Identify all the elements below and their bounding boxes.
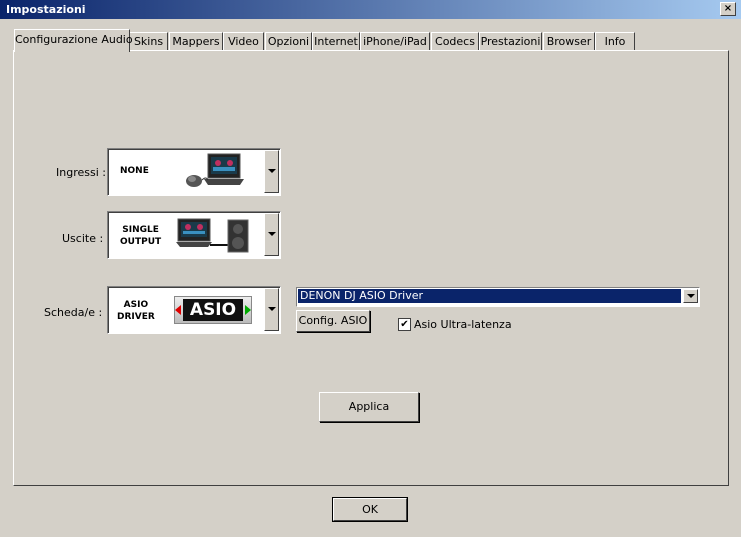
driver-select-arrow[interactable]: [683, 289, 698, 303]
tab-label: Internet: [314, 35, 358, 48]
right-arrow-icon: [245, 305, 251, 315]
inputs-value: NONE: [120, 166, 149, 176]
tab-browser[interactable]: Browser: [543, 32, 595, 51]
outputs-combo[interactable]: SINGLE OUTPUT: [107, 211, 281, 259]
soundcard-combo[interactable]: ASIO DRIVER ASIO: [107, 286, 281, 334]
title-bar: Impostazioni ×: [0, 0, 741, 19]
chevron-down-icon: [268, 169, 276, 173]
soundcard-value: ASIO DRIVER: [117, 299, 155, 323]
tab-info[interactable]: Info: [595, 32, 635, 51]
inputs-label: Ingressi :: [56, 166, 106, 179]
left-arrow-icon: [175, 305, 181, 315]
config-asio-button[interactable]: Config. ASIO: [296, 310, 370, 332]
asio-logo: ASIO: [174, 296, 252, 324]
chevron-down-icon: [687, 294, 695, 298]
close-button[interactable]: ×: [720, 2, 736, 16]
tab-configurazione-audio[interactable]: Configurazione Audio: [14, 29, 133, 52]
ultra-latency-label: Asio Ultra-latenza: [414, 318, 512, 331]
tab-label: Skins: [133, 35, 164, 48]
checkmark-icon: ✔: [400, 319, 409, 330]
inputs-combo[interactable]: NONE: [107, 148, 281, 196]
tab-label: Video: [228, 35, 259, 48]
tab-label: Codecs: [435, 35, 475, 48]
soundcard-label: Scheda/e :: [44, 306, 103, 319]
soundcard-value-line1: ASIO: [123, 300, 149, 310]
tab-mappers[interactable]: Mappers: [169, 32, 223, 51]
soundcard-dropdown-arrow[interactable]: [264, 288, 279, 331]
chevron-down-icon: [268, 232, 276, 236]
tab-codecs[interactable]: Codecs: [431, 32, 479, 51]
tab-label: Info: [604, 35, 626, 48]
outputs-dropdown-arrow[interactable]: [264, 213, 279, 256]
tab-label: Configurazione Audio: [15, 33, 133, 46]
tab-label: iPhone/iPad: [363, 35, 427, 48]
window-title: Impostazioni: [6, 3, 86, 16]
ultra-latency-checkbox[interactable]: ✔: [398, 318, 411, 331]
apply-button[interactable]: Applica: [319, 392, 419, 422]
outputs-value: SINGLE OUTPUT: [120, 224, 161, 248]
tab-label: Mappers: [172, 35, 220, 48]
laptop-mouse-icon: [186, 153, 244, 187]
asio-logo-text: ASIO: [183, 299, 243, 321]
ok-button[interactable]: OK: [332, 497, 408, 522]
chevron-down-icon: [268, 307, 276, 311]
driver-select[interactable]: DENON DJ ASIO Driver: [296, 287, 700, 307]
outputs-value-line1: SINGLE: [122, 225, 159, 235]
driver-select-value: DENON DJ ASIO Driver: [298, 289, 681, 303]
tab-skins[interactable]: Skins: [129, 32, 168, 51]
outputs-value-line2: OUTPUT: [120, 237, 162, 247]
tab-label: Prestazioni: [480, 35, 541, 48]
outputs-label: Uscite :: [62, 232, 104, 245]
laptop-speaker-icon: [176, 218, 249, 253]
close-icon: ×: [723, 3, 733, 14]
tab-label: Browser: [546, 35, 592, 48]
inputs-dropdown-arrow[interactable]: [264, 150, 279, 193]
tab-internet[interactable]: Internet: [312, 32, 360, 51]
soundcard-value-line2: DRIVER: [117, 312, 155, 322]
tab-label: Opzioni: [267, 35, 310, 48]
tab-opzioni[interactable]: Opzioni: [265, 32, 312, 51]
tab-video[interactable]: Video: [223, 32, 264, 51]
tab-iphone-ipad[interactable]: iPhone/iPad: [360, 32, 430, 51]
tab-prestazioni[interactable]: Prestazioni: [479, 32, 542, 51]
